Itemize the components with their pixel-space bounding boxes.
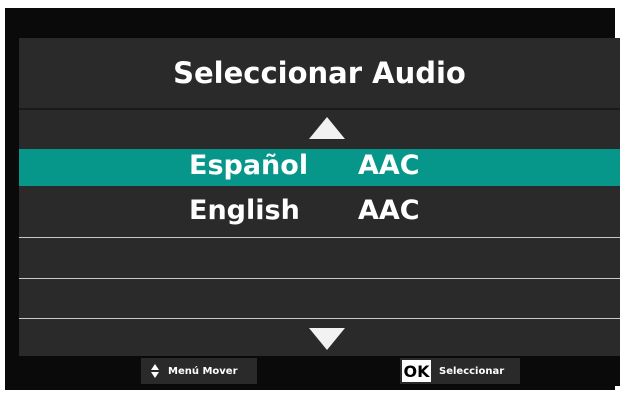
track-language: Español: [189, 150, 309, 181]
row-divider: [19, 318, 620, 319]
audio-track-row-1[interactable]: Español AAC: [19, 149, 620, 186]
dialog-title: Seleccionar Audio: [173, 56, 466, 90]
audio-select-dialog: Seleccionar Audio Español AAC English AA…: [19, 38, 620, 386]
select-hint-label: Seleccionar: [439, 365, 505, 377]
footer-bar: Menú Mover OK Seleccionar: [19, 356, 620, 386]
audio-track-row-2[interactable]: English AAC: [19, 194, 620, 231]
move-hint: Menú Mover: [141, 358, 257, 384]
row-divider: [19, 278, 620, 279]
move-hint-label: Menú Mover: [168, 365, 238, 377]
track-codec: AAC: [358, 150, 420, 181]
scroll-up-arrow-icon[interactable]: [309, 117, 345, 139]
track-language: English: [189, 195, 300, 226]
screen-frame: Seleccionar Audio Español AAC English AA…: [5, 8, 620, 390]
up-down-arrows-icon: [151, 364, 159, 378]
row-divider: [19, 237, 620, 238]
ok-key-icon: OK: [402, 360, 431, 382]
track-codec: AAC: [358, 195, 420, 226]
select-hint: OK Seleccionar: [400, 358, 520, 384]
title-divider: [19, 108, 620, 110]
scroll-down-arrow-icon[interactable]: [309, 328, 345, 350]
